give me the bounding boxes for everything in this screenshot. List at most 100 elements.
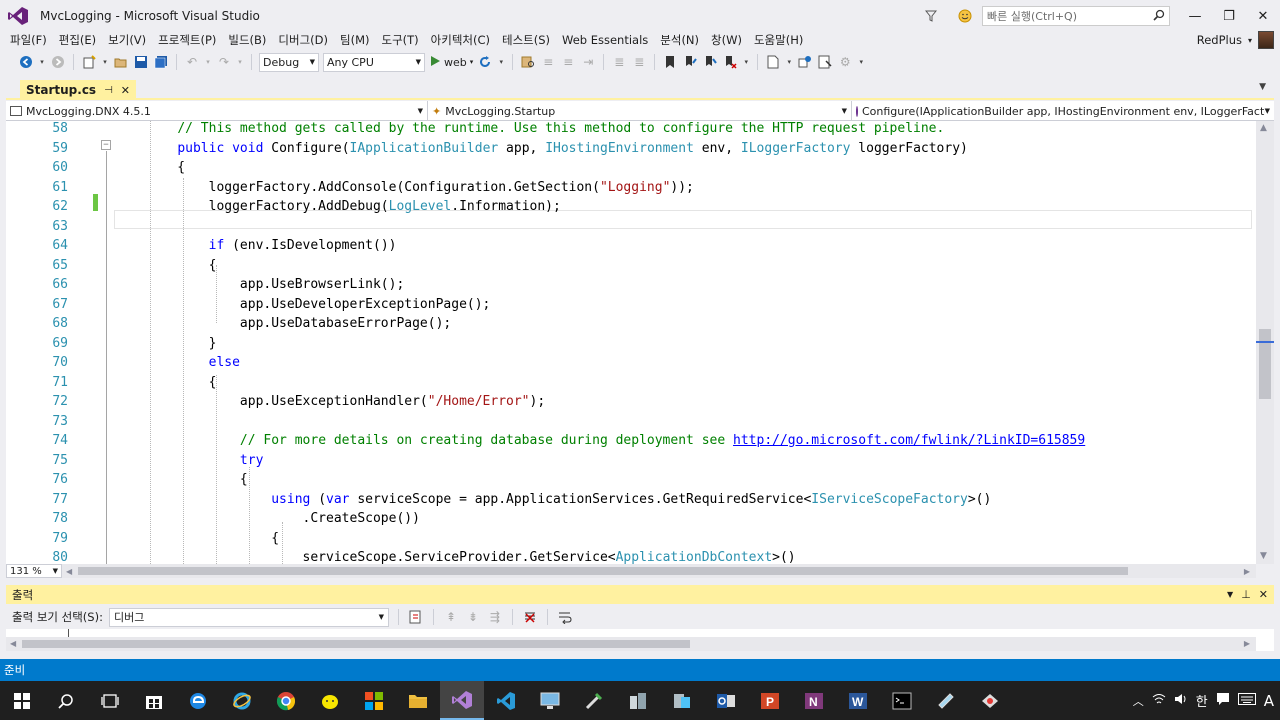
- clear-bookmarks-icon[interactable]: [722, 54, 738, 70]
- show-hidden-icons-icon[interactable]: ︿: [1133, 693, 1144, 709]
- tab-overflow-icon[interactable]: ▼: [1259, 82, 1266, 92]
- menu-debug[interactable]: 디버그(D): [272, 32, 334, 48]
- output-panel-header[interactable]: 출력 ▼ ⊥ ✕: [6, 585, 1274, 604]
- code-line[interactable]: 65 {: [6, 256, 1256, 275]
- tools-app-icon[interactable]: [572, 681, 616, 720]
- close-icon[interactable]: ✕: [1259, 588, 1268, 601]
- code-line[interactable]: 68 app.UseDatabaseErrorPage();: [6, 314, 1256, 333]
- tiles-app-icon[interactable]: [352, 681, 396, 720]
- command-prompt-icon[interactable]: [880, 681, 924, 720]
- project-dropdown[interactable]: MvcLogging.DNX 4.5.1 ▼: [6, 101, 428, 121]
- menu-edit[interactable]: 편집(E): [53, 32, 102, 48]
- internet-explorer-icon[interactable]: [220, 681, 264, 720]
- search-icon[interactable]: [44, 681, 88, 720]
- bookmark-dropdown-icon[interactable]: ▾: [742, 54, 750, 70]
- refresh-icon[interactable]: [477, 54, 493, 70]
- code-line[interactable]: 69 }: [6, 334, 1256, 353]
- scroll-thumb[interactable]: [1259, 329, 1271, 399]
- scroll-right-icon[interactable]: ▶: [1244, 567, 1250, 576]
- redo-icon[interactable]: ↷: [216, 54, 232, 70]
- bookmark-icon[interactable]: [662, 54, 678, 70]
- scroll-up-icon[interactable]: ▲: [1260, 123, 1267, 133]
- scroll-left-icon[interactable]: ◀: [10, 639, 16, 648]
- menu-web-essentials[interactable]: Web Essentials: [556, 33, 654, 47]
- code-line[interactable]: 70 else: [6, 353, 1256, 372]
- indent-icon[interactable]: ⇥: [580, 54, 596, 70]
- type-dropdown[interactable]: ✦ MvcLogging.Startup ▼: [428, 101, 852, 121]
- menu-architecture[interactable]: 아키텍처(C): [425, 32, 496, 48]
- file-explorer-icon[interactable]: [396, 681, 440, 720]
- tab-startup-cs[interactable]: Startup.cs ⊣ ✕: [20, 80, 137, 100]
- close-button[interactable]: ✕: [1246, 0, 1280, 32]
- onenote-icon[interactable]: N: [792, 681, 836, 720]
- account-name[interactable]: RedPlus: [1197, 33, 1242, 47]
- scroll-left-icon[interactable]: ◀: [66, 567, 72, 576]
- code-line[interactable]: 71 {: [6, 373, 1256, 392]
- zoom-select[interactable]: 131 % ▼: [6, 564, 62, 578]
- menu-file[interactable]: 파일(F): [4, 32, 53, 48]
- network-app-icon[interactable]: [968, 681, 1012, 720]
- browser-link-icon[interactable]: [817, 54, 833, 70]
- new-document-dropdown-icon[interactable]: ▾: [785, 54, 793, 70]
- action-center-icon[interactable]: [1216, 692, 1230, 709]
- save-icon[interactable]: [133, 54, 149, 70]
- align-left-icon[interactable]: ≡: [540, 54, 556, 70]
- window-position-dropdown-icon[interactable]: ▼: [1227, 590, 1233, 599]
- vertical-scrollbar[interactable]: ▲ ▼: [1256, 121, 1274, 564]
- menu-analyze[interactable]: 분석(N): [654, 32, 705, 48]
- navigate-back-dropdown-icon[interactable]: ▾: [38, 54, 46, 70]
- code-line[interactable]: 59 public void Configure(IApplicationBui…: [6, 139, 1256, 158]
- output-source-select[interactable]: 디버그 ▼: [108, 607, 389, 627]
- restore-button[interactable]: ❐: [1212, 0, 1246, 32]
- quick-launch-input[interactable]: 빠른 실행(Ctrl+Q): [982, 6, 1170, 26]
- auto-hide-pin-icon[interactable]: ⊥: [1241, 588, 1251, 601]
- code-line[interactable]: 74 // For more details on creating datab…: [6, 431, 1256, 450]
- undo-dropdown-icon[interactable]: ▾: [204, 54, 212, 70]
- volume-icon[interactable]: [1174, 692, 1188, 709]
- uncomment-icon[interactable]: ≣: [631, 54, 647, 70]
- menu-build[interactable]: 빌드(B): [222, 32, 272, 48]
- go-to-line-icon[interactable]: ⇶: [487, 609, 503, 625]
- menu-team[interactable]: 팀(M): [334, 32, 375, 48]
- new-project-dropdown-icon[interactable]: ▾: [101, 54, 109, 70]
- code-line[interactable]: 80 serviceScope.ServiceProvider.GetServi…: [6, 548, 1256, 564]
- edge-browser-icon[interactable]: [176, 681, 220, 720]
- vs-code-icon[interactable]: [484, 681, 528, 720]
- code-line[interactable]: 58 // This method gets called by the run…: [6, 121, 1256, 138]
- word-icon[interactable]: W: [836, 681, 880, 720]
- previous-message-icon[interactable]: ⇞: [443, 609, 459, 625]
- redo-dropdown-icon[interactable]: ▾: [236, 54, 244, 70]
- keyboard-icon[interactable]: [1237, 693, 1256, 708]
- menu-help[interactable]: 도움말(H): [748, 32, 809, 48]
- previous-bookmark-icon[interactable]: [682, 54, 698, 70]
- code-line[interactable]: 77 using (var serviceScope = app.Applica…: [6, 490, 1256, 509]
- code-line[interactable]: 66 app.UseBrowserLink();: [6, 275, 1256, 294]
- open-file-icon[interactable]: [113, 54, 129, 70]
- run-target-dropdown-icon[interactable]: ▾: [470, 58, 474, 66]
- code-line[interactable]: 63: [6, 217, 1256, 236]
- store-icon[interactable]: [132, 681, 176, 720]
- code-line[interactable]: 72 app.UseExceptionHandler("/Home/Error"…: [6, 392, 1256, 411]
- menu-project[interactable]: 프로젝트(P): [152, 32, 222, 48]
- solution-configuration-select[interactable]: Debug ▼: [259, 52, 319, 72]
- new-project-icon[interactable]: [81, 54, 97, 70]
- undo-icon[interactable]: ↶: [184, 54, 200, 70]
- pin-icon[interactable]: ⊣: [104, 85, 113, 96]
- scroll-down-icon[interactable]: ▼: [1260, 551, 1267, 561]
- minimize-button[interactable]: —: [1178, 0, 1212, 32]
- code-line[interactable]: 79 {: [6, 529, 1256, 548]
- comment-icon[interactable]: ≣: [611, 54, 627, 70]
- navigate-back-icon[interactable]: [18, 54, 34, 70]
- align-right-icon[interactable]: ≡: [560, 54, 576, 70]
- database-app-icon[interactable]: [660, 681, 704, 720]
- member-dropdown[interactable]: Configure(IApplicationBuilder app, IHost…: [852, 101, 1274, 121]
- ime-mode-icon[interactable]: A: [1264, 692, 1274, 710]
- code-line[interactable]: 62 loggerFactory.AddDebug(LogLevel.Infor…: [6, 197, 1256, 216]
- code-editor[interactable]: − 58 // This method gets called by the r…: [6, 121, 1256, 564]
- account-dropdown-icon[interactable]: ▾: [1248, 36, 1252, 45]
- code-line[interactable]: 67 app.UseDeveloperExceptionPage();: [6, 295, 1256, 314]
- scroll-right-icon[interactable]: ▶: [1244, 639, 1250, 648]
- menu-view[interactable]: 보기(V): [102, 32, 152, 48]
- code-line[interactable]: 75 try: [6, 451, 1256, 470]
- avatar[interactable]: [1258, 31, 1274, 49]
